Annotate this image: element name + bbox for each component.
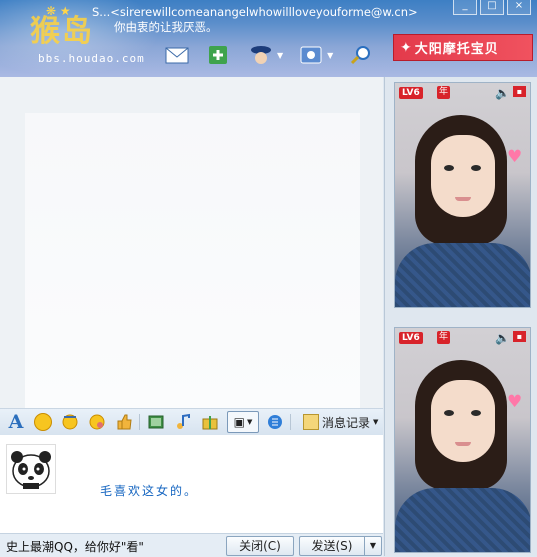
history-pane (25, 113, 360, 408)
level-badge: LV6 (399, 87, 423, 99)
chevron-down-icon: ▼ (246, 418, 253, 426)
image-icon[interactable] (145, 412, 167, 432)
contact-photo[interactable]: LV6 年 🔈 ▪ ♥ (394, 82, 531, 308)
heart-icon: ♥ (507, 392, 523, 412)
minimize-button[interactable]: _ (453, 0, 477, 15)
toolbar-divider (139, 414, 140, 430)
toolbar-divider (290, 414, 291, 430)
photo-sweater (395, 488, 530, 552)
ad-banner[interactable]: ✦ 大阳摩托宝贝 (393, 34, 533, 61)
gift-icon[interactable] (199, 412, 221, 432)
my-photo[interactable]: LV6 年 🔈 ▪ ♥ (394, 327, 531, 553)
format-toolbar: A ▣ ▼ 消息记录 ▼ (0, 408, 383, 436)
star-icon: ✦ (400, 39, 412, 56)
title-bar: 猴岛 bbs.houdao.com ❋ ★ S...<sirerewillcom… (0, 0, 537, 77)
photo-sweater (395, 243, 530, 307)
settings-icon[interactable] (297, 42, 325, 68)
message-text[interactable]: 毛喜欢这女的。 (100, 482, 198, 499)
level-badge: LV6 (399, 332, 423, 344)
close-icon[interactable]: ▪ (513, 86, 526, 97)
screenshot-icon: ▣ (233, 415, 245, 429)
message-history-label: 消息记录 (322, 415, 371, 430)
contact-signature: 你由衷的让我厌恶。 (114, 20, 218, 34)
photo-face (431, 135, 495, 217)
speaker-icon[interactable]: 🔈 (495, 331, 510, 345)
music-icon[interactable] (172, 412, 194, 432)
close-window-button[interactable]: × (507, 0, 531, 15)
font-button[interactable]: A (5, 411, 27, 433)
qq-show-icon[interactable] (264, 412, 286, 432)
maximize-button[interactable]: □ (480, 0, 504, 15)
email-icon[interactable] (163, 42, 191, 68)
chevron-down-icon: ▼ (373, 418, 379, 426)
thumbs-up-icon[interactable] (113, 412, 135, 432)
close-button[interactable]: 关闭(C) (226, 536, 294, 556)
right-panel: LV6 年 🔈 ▪ ♥ LV6 年 🔈 ▪ ♥ (384, 77, 537, 556)
chevron-down-icon[interactable]: ▼ (327, 51, 333, 60)
add-contact-icon[interactable] (205, 42, 233, 68)
message-history-button[interactable]: 消息记录 ▼ (303, 412, 378, 432)
close-icon[interactable]: ▪ (513, 331, 526, 342)
year-badge: 年 (437, 86, 450, 99)
contact-name[interactable]: S...<sirerewillcomeanangelwhowillloveyou… (92, 5, 418, 19)
send-button[interactable]: 发送(S) (299, 536, 364, 556)
photo-face (431, 380, 495, 462)
screenshot-button[interactable]: ▣ ▼ (227, 411, 259, 433)
chevron-down-icon: ▼ (369, 541, 377, 550)
ad-banner-text: 大阳摩托宝贝 (414, 42, 499, 57)
year-badge: 年 (437, 331, 450, 344)
status-icon: ❋ ★ (46, 4, 71, 18)
avatar (6, 444, 56, 494)
message-input[interactable]: 毛喜欢这女的。 (0, 435, 383, 533)
search-icon[interactable] (347, 42, 375, 68)
history-icon (303, 414, 319, 430)
chevron-down-icon[interactable]: ▼ (277, 51, 283, 60)
logo-url: bbs.houdao.com (38, 52, 145, 65)
window-controls: _ □ × (453, 0, 531, 15)
wink-emoticon-icon[interactable] (86, 412, 108, 432)
emoticon-icon[interactable] (32, 412, 54, 432)
ad-link[interactable]: 史上最潮QQ，给你好"看" (6, 538, 144, 555)
chat-history[interactable] (0, 77, 383, 408)
speaker-icon[interactable]: 🔈 (495, 86, 510, 100)
chat-toolbar: ▼ ▼ (163, 42, 375, 68)
bottom-bar: 史上最潮QQ，给你好"看" 关闭(C) 发送(S) ▼ (0, 533, 383, 557)
police-icon[interactable] (247, 42, 275, 68)
send-options-button[interactable]: ▼ (364, 536, 382, 556)
heart-icon: ♥ (507, 147, 523, 167)
magic-emoticon-icon[interactable] (59, 412, 81, 432)
